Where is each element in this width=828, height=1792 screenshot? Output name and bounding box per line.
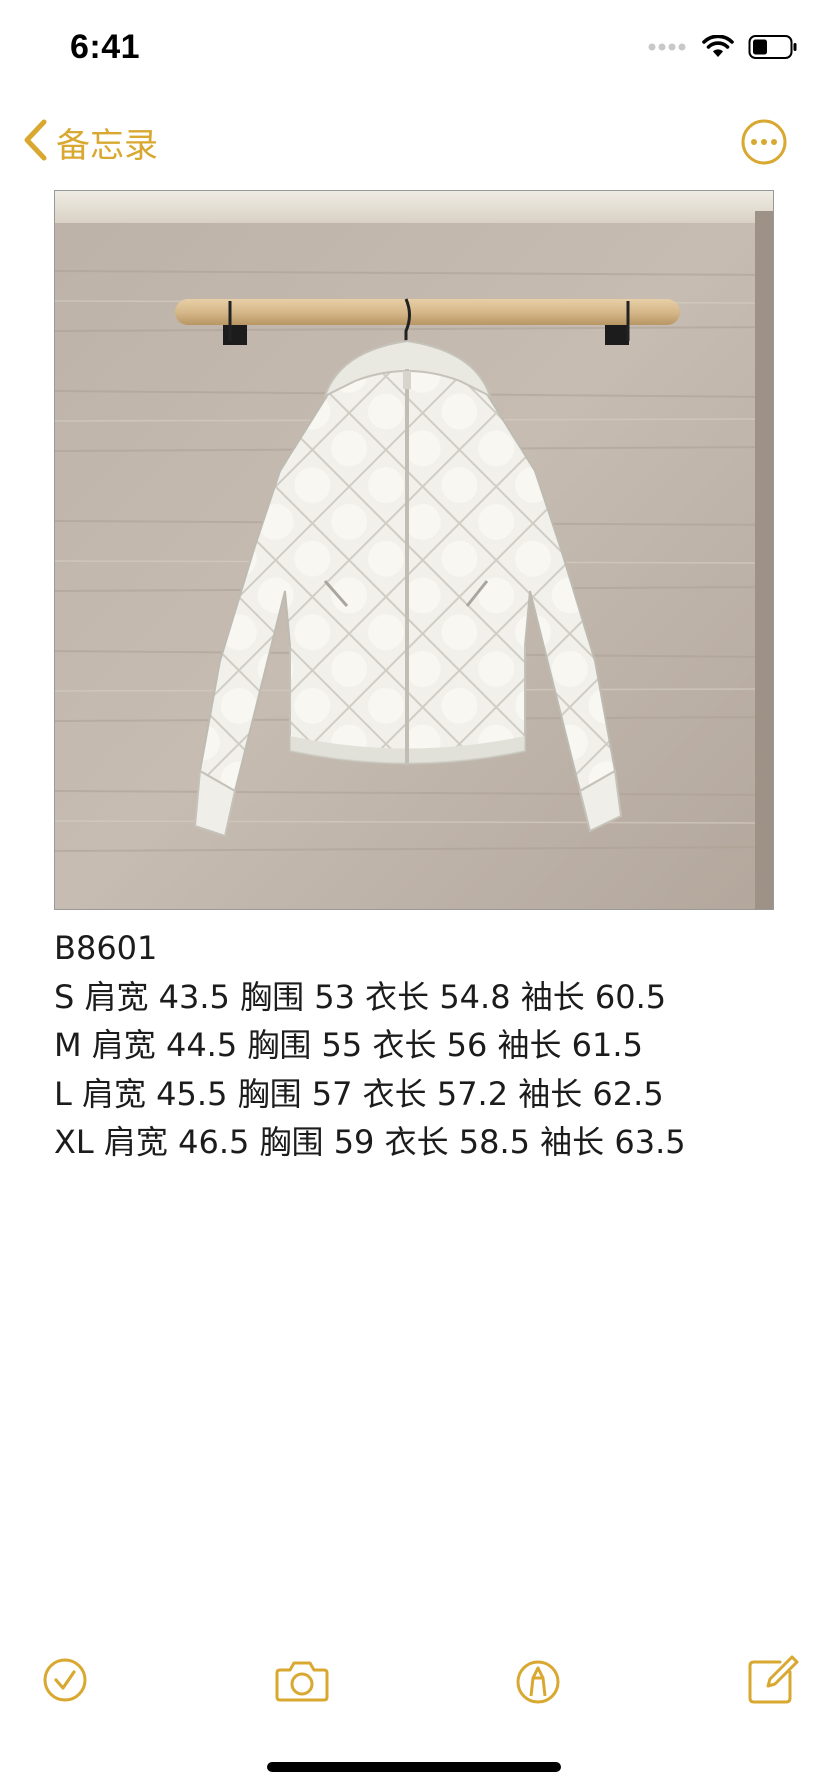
home-indicator[interactable] [267, 1762, 561, 1772]
ellipsis-circle-icon [741, 119, 787, 165]
status-time: 6:41 [70, 28, 141, 66]
markup-icon [516, 1660, 560, 1704]
status-icons [648, 34, 798, 64]
compose-button[interactable] [742, 1650, 802, 1710]
note-body[interactable]: B8601 S 肩宽 43.5 胸围 53 衣长 54.8 袖长 60.5 M … [54, 924, 794, 1167]
jacket-photo [55, 191, 773, 909]
back-label: 备忘录 [56, 125, 158, 166]
bottom-toolbar [0, 1650, 828, 1710]
note-line-size-xl: XL 肩宽 46.5 胸围 59 衣长 58.5 袖长 63.5 [54, 1123, 686, 1161]
notes-screen: 6:41 备忘录 B8601 S 肩宽 43.5 胸围 53 衣长 54.8 袖… [0, 0, 828, 1792]
status-bar: 6:41 [0, 0, 828, 100]
wifi-icon [702, 34, 734, 64]
chevron-left-icon [22, 118, 48, 167]
camera-icon [275, 1661, 329, 1702]
back-button[interactable]: 备忘录 [22, 114, 158, 170]
checklist-button[interactable] [35, 1650, 95, 1710]
note-image[interactable] [54, 190, 774, 910]
checklist-icon [43, 1658, 87, 1702]
markup-button[interactable] [508, 1650, 568, 1710]
note-line-size-m: M 肩宽 44.5 胸围 55 衣长 56 袖长 61.5 [54, 1026, 643, 1064]
note-line-product-code: B8601 [54, 929, 158, 967]
compose-icon [748, 1655, 799, 1704]
note-line-size-l: L 肩宽 45.5 胸围 57 衣长 57.2 袖长 62.5 [54, 1074, 664, 1113]
battery-icon [748, 34, 798, 65]
navigation-bar: 备忘录 [0, 110, 828, 176]
more-options-button[interactable] [740, 118, 788, 166]
note-line-size-s: S 肩宽 43.5 胸围 53 衣长 54.8 袖长 60.5 [54, 977, 667, 1016]
camera-button[interactable] [272, 1650, 332, 1710]
cellular-signal-icon [648, 40, 688, 58]
